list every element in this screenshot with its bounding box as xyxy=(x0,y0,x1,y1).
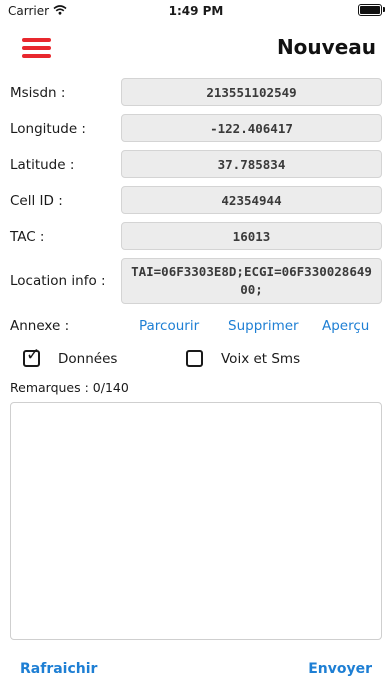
tac-field[interactable]: 16013 xyxy=(121,222,382,250)
voix-sms-label: Voix et Sms xyxy=(221,351,301,367)
location-info-label: Location info : xyxy=(10,273,106,289)
donnees-label: Données xyxy=(58,351,118,367)
cell-id-row: Cell ID : 42354944 xyxy=(0,186,392,214)
latitude-row: Latitude : 37.785834 xyxy=(0,150,392,178)
longitude-label: Longitude : xyxy=(10,121,86,137)
location-info-field[interactable]: TAI=06F3303E8D;ECGI=06F33002864900; xyxy=(121,258,382,304)
cell-id-label: Cell ID : xyxy=(10,193,63,209)
cell-id-field[interactable]: 42354944 xyxy=(121,186,382,214)
remarks-textarea[interactable] xyxy=(10,402,382,640)
donnees-checkbox[interactable]: ✓ xyxy=(23,345,41,367)
location-info-row: Location info : TAI=06F3303E8D;ECGI=06F3… xyxy=(0,258,392,304)
annexe-label: Annexe : xyxy=(10,318,70,334)
msisdn-field[interactable]: 213551102549 xyxy=(121,78,382,106)
longitude-row: Longitude : -122.406417 xyxy=(0,114,392,142)
voix-sms-checkbox[interactable] xyxy=(186,350,203,367)
tac-row: TAC : 16013 xyxy=(0,222,392,250)
msisdn-row: Msisdn : 213551102549 xyxy=(0,78,392,106)
longitude-field[interactable]: -122.406417 xyxy=(121,114,382,142)
latitude-label: Latitude : xyxy=(10,157,75,173)
checkmark-icon: ✓ xyxy=(26,345,41,365)
browse-link[interactable]: Parcourir xyxy=(139,318,199,334)
send-button[interactable]: Envoyer xyxy=(308,661,372,677)
msisdn-label: Msisdn : xyxy=(10,85,66,101)
page-title: Nouveau xyxy=(276,35,376,59)
status-time: 1:49 PM xyxy=(168,4,224,18)
status-bar: Carrier 1:49 PM xyxy=(0,0,392,22)
hamburger-menu-icon[interactable] xyxy=(22,38,51,58)
preview-link[interactable]: Aperçu xyxy=(322,318,369,334)
battery-icon xyxy=(358,4,385,16)
delete-link[interactable]: Supprimer xyxy=(228,318,299,334)
tac-label: TAC : xyxy=(10,229,45,245)
refresh-button[interactable]: Rafraichir xyxy=(20,661,97,677)
latitude-field[interactable]: 37.785834 xyxy=(121,150,382,178)
remarks-label: Remarques : 0/140 xyxy=(10,380,129,395)
